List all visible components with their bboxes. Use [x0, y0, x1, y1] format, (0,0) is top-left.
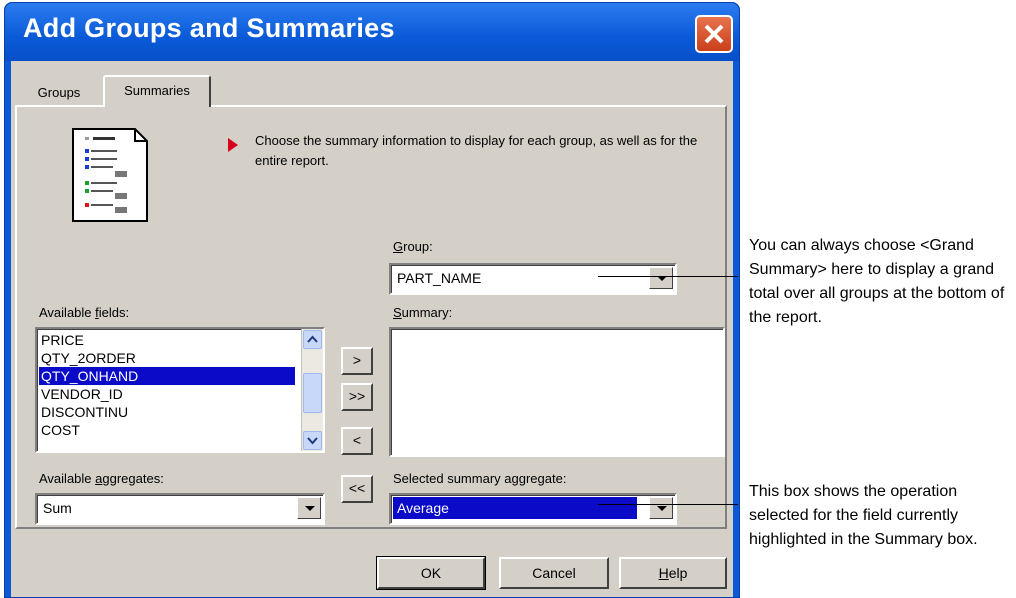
group-select[interactable]: PART_NAME: [389, 263, 677, 295]
cancel-button[interactable]: Cancel: [499, 557, 609, 589]
list-item[interactable]: PRICE: [39, 331, 295, 349]
chevron-down-icon[interactable]: [649, 267, 673, 289]
chevron-up-icon: [307, 335, 318, 343]
chevron-down-icon[interactable]: [649, 497, 673, 519]
available-fields-label: Available fields:: [39, 305, 130, 320]
add-field-button[interactable]: >: [341, 347, 373, 375]
help-button[interactable]: Help: [619, 557, 727, 589]
tab-summaries[interactable]: Summaries: [103, 75, 211, 107]
list-item[interactable]: QTY_2ORDER: [39, 349, 295, 367]
instruction-text: Choose the summary information to displa…: [255, 133, 698, 168]
remove-field-button[interactable]: <: [341, 427, 373, 455]
chevron-down-icon[interactable]: [297, 497, 321, 519]
group-annotation: You can always choose <Grand Summary> he…: [749, 237, 1005, 326]
dialog-body: Groups Summaries Choose the summary info…: [11, 61, 733, 597]
red-arrow-icon: [228, 138, 238, 152]
aggregate-callout-line: [598, 504, 738, 505]
close-icon: [704, 24, 724, 44]
summary-label: Summary:: [393, 305, 453, 320]
dialog-title: Add Groups and Summaries: [23, 13, 395, 43]
aggregate-annotation: This box shows the operation selected fo…: [749, 483, 978, 548]
available-aggregates-select[interactable]: Sum: [35, 493, 325, 525]
list-item-selected[interactable]: QTY_ONHAND: [39, 367, 295, 385]
fields-scrollbar[interactable]: [301, 329, 323, 451]
tab-groups[interactable]: Groups: [17, 79, 101, 107]
chevron-down-icon: [307, 437, 318, 445]
available-aggregates-label: Available aggregates:: [39, 471, 164, 486]
scroll-thumb[interactable]: [303, 373, 322, 413]
list-item[interactable]: VENDOR_ID: [39, 385, 295, 403]
add-all-fields-button[interactable]: >>: [341, 383, 373, 411]
selected-aggregate-select[interactable]: Average: [389, 493, 677, 525]
group-callout-line: [598, 276, 738, 277]
close-button[interactable]: [695, 15, 733, 53]
scroll-up-button[interactable]: [303, 330, 322, 349]
scroll-down-button[interactable]: [303, 431, 322, 450]
group-value: PART_NAME: [397, 270, 482, 286]
list-item[interactable]: DISCONTINU: [39, 403, 295, 421]
add-groups-dialog: Add Groups and Summaries Groups Summarie…: [4, 2, 740, 598]
summary-list[interactable]: [389, 327, 725, 457]
list-item[interactable]: COST: [39, 421, 295, 439]
selected-aggregate-label: Selected summary aggregate:: [393, 471, 567, 486]
report-document-icon: [72, 128, 148, 222]
ok-button[interactable]: OK: [376, 556, 486, 590]
title-bar[interactable]: Add Groups and Summaries: [5, 3, 739, 61]
aggregate-value: Sum: [43, 500, 72, 516]
group-label: Group:: [393, 239, 433, 254]
available-fields-list[interactable]: PRICE QTY_2ORDER QTY_ONHAND VENDOR_ID DI…: [35, 327, 325, 453]
remove-all-fields-button[interactable]: <<: [341, 475, 373, 503]
selected-aggregate-value: Average: [397, 500, 449, 516]
